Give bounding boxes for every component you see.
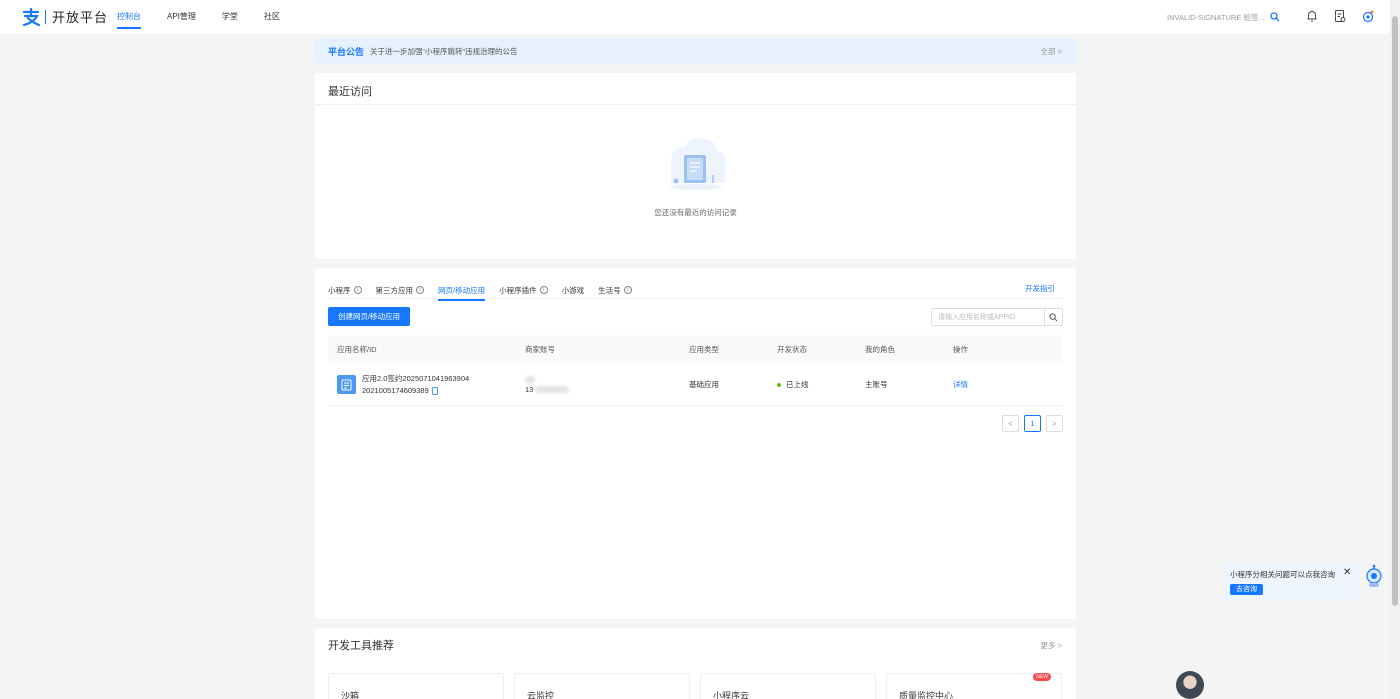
tools-more-link[interactable]: 更多 > [1041, 640, 1062, 651]
recent-visits-card: 最近访问 您还没有最近的访问记录 [315, 73, 1076, 259]
tab-label: 小游戏 [561, 285, 585, 295]
vertical-scrollbar[interactable] [1390, 0, 1400, 699]
prev-page-button[interactable]: < [1002, 415, 1019, 432]
details-link[interactable]: 详情 [953, 380, 968, 389]
tool-card-label: 沙箱 [341, 691, 360, 699]
logo-separator [45, 9, 46, 24]
col-merchant-account: 商家账号 [525, 345, 555, 354]
nav-community[interactable]: 社区 [264, 0, 280, 34]
app-document-icon [337, 375, 356, 394]
tab-label: 网页/移动应用 [438, 285, 486, 295]
apps-table: 应用名称/ID 商家账号 应用类型 开发状态 我的角色 操作 应用2.0签约20… [328, 335, 1063, 406]
tab-life-account[interactable]: 生活号 i [598, 281, 632, 299]
tool-card-sandbox[interactable]: 沙箱 [328, 673, 504, 699]
tool-card-label: 质量监控中心 [899, 691, 954, 699]
my-role: 主账号 [865, 380, 888, 389]
nav-console[interactable]: 控制台 [117, 0, 141, 34]
tab-label: 第三方应用 [375, 285, 414, 295]
alipay-logo-icon [22, 7, 40, 26]
nav-academy[interactable]: 学堂 [222, 0, 238, 34]
redacted-block [525, 375, 535, 383]
dev-tools-title: 开发工具推荐 [328, 640, 394, 652]
table-header: 应用名称/ID 商家账号 应用类型 开发状态 我的角色 操作 [328, 335, 1063, 364]
app-name[interactable]: 应用2.0签约2025071041963904 [362, 373, 469, 385]
tool-card-label: 云监控 [527, 691, 555, 699]
search-icon[interactable] [1270, 12, 1280, 22]
col-app-type: 应用类型 [689, 345, 719, 354]
top-navigation-bar: 开放平台 控制台 API管理 学堂 社区 INVALID-SIGNATURE 验… [0, 0, 1390, 34]
app-type: 基础应用 [689, 380, 719, 389]
tab-label: 小程序插件 [499, 285, 537, 295]
next-page-button[interactable]: > [1046, 415, 1063, 432]
app-search-input[interactable] [932, 309, 1044, 325]
tab-label: 生活号 [598, 285, 621, 295]
empty-state-text: 您还没有最近的访问记录 [654, 208, 737, 217]
tab-label: 小程序 [328, 285, 351, 295]
notice-all-link[interactable]: 全部 > [1041, 46, 1062, 57]
applications-card: 小程序 i 第三方应用 i 网页/移动应用 小程序插件 i 小游戏 生活号 i 开发指引… [315, 268, 1076, 619]
helper-text: 小程序分相关问题可以点我咨询 [1230, 570, 1335, 579]
info-icon[interactable]: i [623, 286, 632, 294]
document-check-icon[interactable] [1333, 9, 1347, 23]
tool-card-quality-monitor[interactable]: 质量监控中心 NEW [886, 673, 1062, 699]
dev-status: 已上线 [786, 380, 809, 389]
notice-tag: 平台公告 [328, 46, 365, 57]
tool-card-cloud-monitor[interactable]: 云监控 [514, 673, 690, 699]
app-id: 2021005174609389 [362, 385, 429, 395]
status-online-dot [777, 383, 781, 388]
search-icon [1049, 312, 1058, 321]
tab-mini-game[interactable]: 小游戏 [562, 281, 585, 299]
recent-visits-title: 最近访问 [328, 86, 372, 98]
col-actions: 操作 [953, 345, 968, 354]
tab-third-party-app[interactable]: 第三方应用 i [375, 281, 424, 299]
consult-helper-popup: 小程序分相关问题可以点我咨询 去咨询 ✕ [1222, 563, 1358, 601]
app-search-box [931, 308, 1063, 326]
dev-status-cell: 已上线 [777, 379, 865, 390]
info-icon[interactable]: i [353, 286, 362, 294]
close-icon[interactable]: ✕ [1343, 567, 1351, 578]
assistant-robot-icon[interactable] [1363, 564, 1385, 588]
go-consult-button[interactable]: 去咨询 [1230, 584, 1263, 595]
dev-tools-card: 开发工具推荐 更多 > 沙箱 云监控 小程序云 质量监控中心 NEW [315, 628, 1076, 699]
new-badge: NEW [1033, 673, 1051, 681]
page-1-button[interactable]: 1 [1024, 415, 1041, 432]
notice-link[interactable]: 关于进一步加强“小程序跳转”违规治理的公告 [370, 46, 518, 57]
tabs-divider [328, 298, 1063, 299]
info-icon[interactable]: i [539, 286, 548, 294]
redacted-block [535, 385, 570, 393]
tab-mini-program[interactable]: 小程序 i [328, 281, 362, 299]
scrollbar-thumb[interactable] [1392, 16, 1398, 606]
bell-icon[interactable] [1305, 9, 1319, 23]
tool-card-label: 小程序云 [713, 691, 750, 699]
app-search-button[interactable] [1044, 309, 1062, 325]
nav-api-management[interactable]: API管理 [167, 0, 196, 34]
info-icon[interactable]: i [416, 286, 424, 294]
app-name-cell: 应用2.0签约2025071041963904 2021005174609389 [328, 373, 525, 397]
tab-mini-program-plugin[interactable]: 小程序插件 i [499, 281, 548, 299]
tab-web-mobile-app[interactable]: 网页/移动应用 [438, 281, 486, 301]
merchant-account-partial: 13 [525, 384, 534, 394]
global-search[interactable]: INVALID-SIGNATURE 验签... [1162, 8, 1288, 26]
col-dev-status: 开发状态 [777, 345, 807, 354]
global-search-input[interactable]: INVALID-SIGNATURE 验签... [1162, 12, 1270, 23]
user-avatar[interactable] [1176, 671, 1204, 699]
copy-icon[interactable] [431, 386, 438, 395]
table-row: 应用2.0签约2025071041963904 2021005174609389… [328, 364, 1063, 406]
app-type-tabs: 小程序 i 第三方应用 i 网页/移动应用 小程序插件 i 小游戏 生活号 i [328, 281, 646, 301]
create-web-mobile-app-button[interactable]: 创建网页/移动应用 [328, 307, 410, 326]
platform-logo[interactable]: 开放平台 [22, 7, 108, 26]
divider [315, 104, 1076, 105]
tool-card-list: 沙箱 云监控 小程序云 质量监控中心 NEW [328, 673, 1072, 699]
col-app-name-id: 应用名称/ID [337, 345, 377, 354]
tool-card-mini-program-cloud[interactable]: 小程序云 [700, 673, 876, 699]
pagination: < 1 > [997, 415, 1063, 432]
dev-guide-link[interactable]: 开发指引 [1025, 283, 1055, 294]
merchant-account-cell: 13 [525, 375, 689, 394]
platform-notice-bar: 平台公告 关于进一步加强“小程序跳转”违规治理的公告 全部 > [315, 38, 1076, 64]
platform-name: 开放平台 [52, 10, 109, 25]
col-my-role: 我的角色 [865, 345, 895, 354]
empty-state-illustration [670, 138, 726, 190]
main-nav: 控制台 API管理 学堂 社区 [117, 0, 306, 34]
robot-avatar-icon[interactable] [1361, 9, 1375, 23]
